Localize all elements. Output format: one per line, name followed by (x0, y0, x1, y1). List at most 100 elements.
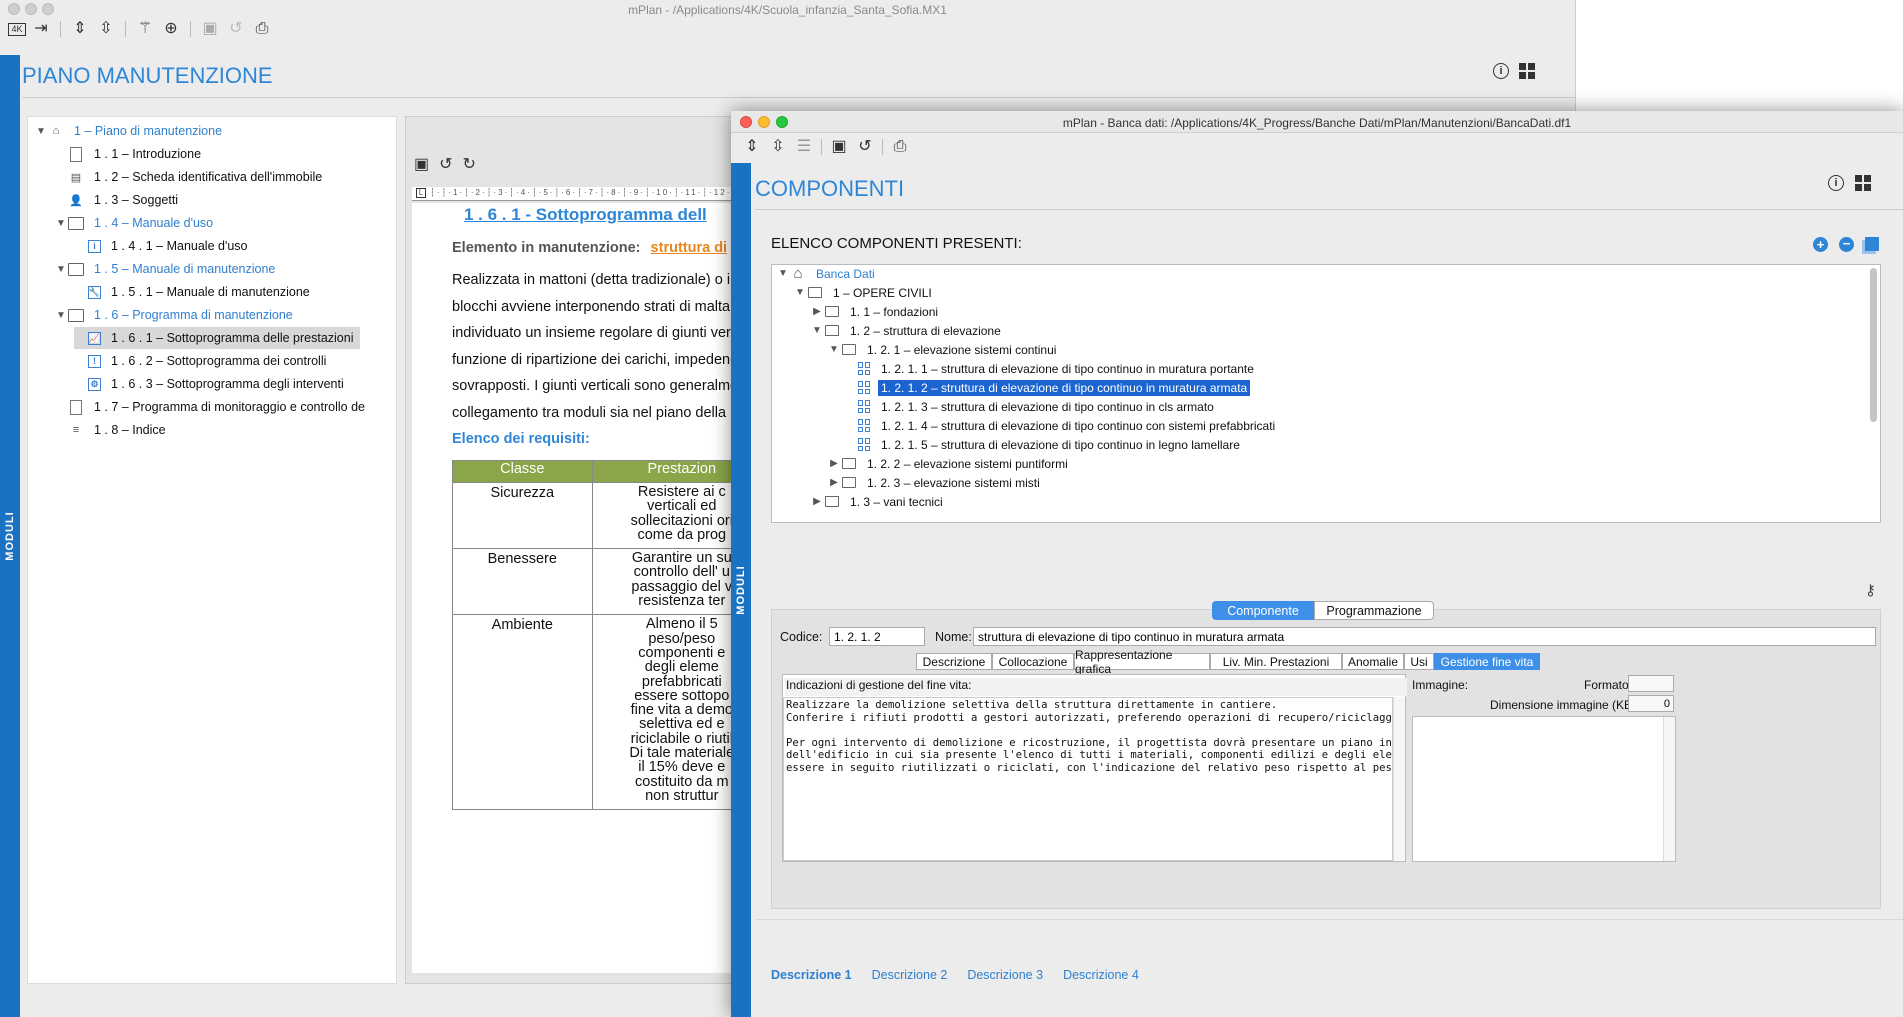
subtab-anomalie[interactable]: Anomalie (1342, 653, 1404, 670)
component-tree-item[interactable]: 1. 2. 1. 4 – struttura di elevazione di … (844, 416, 1275, 435)
collapse-icon[interactable]: ⇳ (95, 21, 117, 37)
nome-field[interactable] (973, 627, 1876, 646)
list-icon[interactable]: ☰ (793, 139, 815, 155)
remove-component-icon[interactable]: − (1839, 237, 1854, 252)
disclosure-icon[interactable]: ▼ (54, 310, 68, 321)
component-tree-item[interactable]: ▼ 1 – OPERE CIVILI (793, 283, 932, 302)
plan-tree-item[interactable]: 1 . 1 – Introduzione (54, 143, 201, 165)
plan-tree-item[interactable]: ⚙ 1 . 6 . 3 – Sottoprogramma degli interv… (74, 373, 344, 395)
front-expand-icon[interactable]: ⇕ (741, 139, 763, 155)
plan-tree-item[interactable]: 📈 1 . 6 . 1 – Sottoprogramma delle presta… (74, 327, 360, 349)
tab-programmazione[interactable]: Programmazione (1314, 601, 1434, 620)
front-save-icon[interactable]: ▣ (828, 139, 850, 155)
front-collapse-icon[interactable]: ⇳ (767, 139, 789, 155)
plan-tree-item[interactable]: ≡ 1 . 8 – Indice (54, 419, 166, 441)
plan-tree-item[interactable]: 🔧 1 . 5 . 1 – Manuale di manutenzione (74, 281, 310, 303)
plan-tree-item[interactable]: ▼ ⌂ 1 – Piano di manutenzione (34, 120, 222, 142)
magic-wand-icon[interactable]: ⚚ (134, 21, 156, 37)
grid-icon (858, 362, 871, 375)
plan-tree-item[interactable]: ▤ 1 . 2 – Scheda identificativa dell'immo… (54, 166, 322, 188)
plan-tree-item[interactable]: ▼ 1 . 6 – Programma di manutenzione (54, 304, 293, 326)
formato-field[interactable] (1628, 675, 1674, 692)
duplicate-component-icon[interactable] (1865, 237, 1879, 251)
4k-icon[interactable]: 4K (8, 22, 26, 36)
image-preview[interactable] (1412, 716, 1676, 862)
component-tree-item[interactable]: ▼ ⌂ Banca Dati (776, 265, 875, 283)
modules-sidebar[interactable]: MODULI (0, 55, 20, 1017)
front-print-icon[interactable]: ⎙ (889, 139, 911, 155)
subtab-collocazione[interactable]: Collocazione (992, 653, 1074, 670)
component-tree-item[interactable]: ▶ 1. 2. 3 – elevazione sistemi misti (827, 473, 1040, 492)
disclosure-icon[interactable]: ▶ (810, 306, 824, 317)
plan-tree-label: 1 . 8 – Indice (94, 423, 166, 437)
component-tree-item[interactable]: ▶ 1. 3 – vani tecnici (810, 492, 943, 511)
component-tree-item[interactable]: ▼ 1. 2. 1 – elevazione sistemi continui (827, 340, 1056, 359)
bottom-tab-4[interactable]: Descrizione 4 (1063, 968, 1139, 982)
component-tree-item[interactable]: 1. 2. 1. 3 – struttura di elevazione di … (844, 397, 1214, 416)
plan-tree-item[interactable]: i 1 . 4 . 1 – Manuale d'uso (74, 235, 248, 257)
disclosure-icon[interactable]: ▼ (34, 126, 48, 137)
doc-undo-icon[interactable]: ↺ (439, 157, 452, 173)
plan-tree-item[interactable]: ! 1 . 6 . 2 – Sottoprogramma dei controll… (74, 350, 326, 372)
tree-scrollbar[interactable] (1870, 268, 1877, 422)
add-circle-icon[interactable]: ⊕ (160, 21, 182, 37)
disclosure-icon[interactable]: ▼ (54, 218, 68, 229)
info-icon[interactable]: i (1493, 63, 1509, 79)
save-icon[interactable]: ▣ (199, 21, 221, 37)
subtab-usi[interactable]: Usi (1404, 653, 1434, 670)
component-tree-item[interactable]: ▶ 1. 1 – fondazioni (810, 302, 938, 321)
disclosure-icon[interactable]: ▼ (793, 287, 807, 298)
disclosure-icon[interactable]: ▶ (810, 496, 824, 507)
requirements-table: Classe Prestazion Sicurezza Resistere ai cv… (452, 460, 734, 811)
front-undo-icon[interactable]: ↺ (854, 139, 876, 155)
plan-tree-item[interactable]: 👤 1 . 3 – Soggetti (54, 189, 178, 211)
fine-vita-scrollbar[interactable] (1393, 697, 1405, 861)
table-cell-line: controllo dell' u (633, 564, 730, 581)
codice-field[interactable] (829, 627, 925, 646)
table-row: Benessere Garantire un su controllo dell' … (452, 548, 734, 616)
plan-tree-item[interactable]: ▼ 1 . 4 – Manuale d'uso (54, 212, 213, 234)
component-tree-item[interactable]: 1. 2. 1. 5 – struttura di elevazione di … (844, 435, 1240, 454)
bottom-tab-3[interactable]: Descrizione 3 (967, 968, 1043, 982)
tab-componente[interactable]: Componente (1212, 601, 1314, 620)
subtab-liv-min-prestazioni[interactable]: Liv. Min. Prestazioni (1210, 653, 1342, 670)
component-tree-item[interactable]: 1. 2. 1. 1 – struttura di elevazione di … (844, 359, 1254, 378)
front-info-icon[interactable]: i (1828, 175, 1844, 191)
add-component-icon[interactable]: + (1813, 237, 1828, 252)
dimensione-field[interactable] (1628, 695, 1674, 712)
disclosure-icon[interactable]: ▼ (810, 325, 824, 336)
disclosure-icon[interactable]: ▼ (776, 268, 790, 279)
disclosure-icon[interactable]: ▼ (54, 264, 68, 275)
doc-save-icon[interactable]: ▣ (414, 157, 429, 173)
undo-icon[interactable]: ↺ (225, 21, 247, 37)
bottom-tabs: Descrizione 1 Descrizione 2 Descrizione 3 D… (771, 968, 1145, 982)
grid-view-icon[interactable] (1519, 63, 1535, 79)
subtab-descrizione[interactable]: Descrizione (916, 653, 992, 670)
exit-icon[interactable]: ⇥ (30, 21, 52, 37)
component-tree-item[interactable]: ▼ 1. 2 – struttura di elevazione (810, 321, 1001, 340)
image-scrollbar[interactable] (1663, 717, 1675, 861)
subtab-rappresentazione-grafica[interactable]: Rappresentazione grafica (1074, 648, 1210, 676)
component-tree-item[interactable]: 1. 2. 1. 2 – struttura di elevazione di … (844, 378, 1251, 397)
fine-vita-textarea[interactable]: Realizzare la demolizione selettiva dell… (783, 697, 1393, 861)
print-icon[interactable]: ⎙ (251, 21, 273, 37)
folder-icon (68, 261, 84, 277)
plan-tree-item[interactable]: 1 . 7 – Programma di monitoraggio e cont… (54, 396, 365, 418)
plan-tree-panel[interactable]: ▼ ⌂ 1 – Piano di manutenzione 1 . 1 – Intro… (27, 116, 397, 984)
component-tree[interactable]: ▼ ⌂ Banca Dati ▼ 1 – OPERE CIVILI ▶ 1. 1 – fon… (771, 264, 1881, 523)
disclosure-icon[interactable]: ▶ (827, 458, 841, 469)
front-modules-sidebar[interactable]: MODULI (731, 163, 751, 1017)
plan-tree-item[interactable]: ▼ 1 . 5 – Manuale di manutenzione (54, 258, 275, 280)
doc-redo-icon[interactable]: ↻ (463, 157, 476, 173)
fine-vita-line: essere in seguito riutilizzati o ricicla… (786, 761, 1392, 774)
bottom-tab-1[interactable]: Descrizione 1 (771, 968, 852, 982)
front-grid-view-icon[interactable] (1855, 175, 1871, 191)
doc-toolbar: ▣ ↺ ↻ (414, 157, 476, 173)
expand-icon[interactable]: ⇕ (69, 21, 91, 37)
disclosure-icon[interactable]: ▼ (827, 344, 841, 355)
key-icon[interactable]: ⚷ (1865, 581, 1876, 599)
component-tree-item[interactable]: ▶ 1. 2. 2 – elevazione sistemi puntiformi (827, 454, 1068, 473)
disclosure-icon[interactable]: ▶ (827, 477, 841, 488)
subtab-gestione-fine-vita[interactable]: Gestione fine vita (1434, 653, 1540, 670)
bottom-tab-2[interactable]: Descrizione 2 (872, 968, 948, 982)
